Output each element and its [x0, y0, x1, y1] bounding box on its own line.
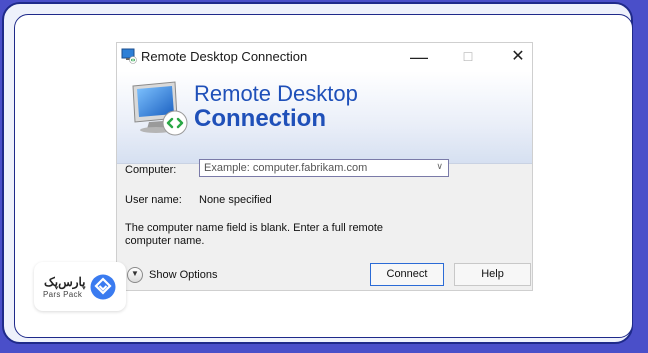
username-value: None specified [199, 194, 272, 206]
logo-text-fa: پارس‌پک [44, 275, 86, 289]
title-bar[interactable]: Remote Desktop Connection — ☐ ✕ [117, 43, 532, 71]
remote-desktop-app-icon [121, 48, 137, 64]
computer-combobox[interactable]: Example: computer.fabrikam.com ∨ [199, 159, 449, 177]
window-title: Remote Desktop Connection [141, 49, 308, 64]
minimize-button[interactable]: — [406, 46, 432, 68]
parspack-mark-icon [90, 274, 116, 300]
help-button[interactable]: Help [454, 263, 531, 286]
banner-title-line2: Connection [194, 105, 326, 132]
chevron-down-icon[interactable]: ∨ [436, 161, 443, 172]
show-options-label[interactable]: Show Options [149, 269, 217, 281]
header-banner: Remote Desktop Connection [117, 71, 532, 163]
computer-label: Computer: [125, 164, 177, 176]
status-message-line1: The computer name field is blank. Enter … [125, 222, 384, 234]
logo-text-en: Pars Pack [43, 290, 83, 299]
status-message-line2: computer name. [125, 235, 205, 247]
banner-title-line1: Remote Desktop [194, 81, 358, 106]
expand-arrow-icon: ▼ [131, 269, 139, 278]
monitor-connection-icon [132, 81, 188, 136]
rdc-window: Remote Desktop Connection — ☐ ✕ Remote D… [117, 43, 532, 290]
maximize-button[interactable]: ☐ [455, 46, 481, 68]
parspack-logo: پارس‌پک Pars Pack [34, 262, 126, 311]
username-label: User name: [125, 194, 182, 206]
computer-placeholder: Example: computer.fabrikam.com [204, 162, 368, 174]
connect-button[interactable]: Connect [370, 263, 444, 286]
close-button[interactable]: ✕ [505, 46, 531, 68]
show-options-toggle[interactable]: ▼ [127, 267, 143, 283]
